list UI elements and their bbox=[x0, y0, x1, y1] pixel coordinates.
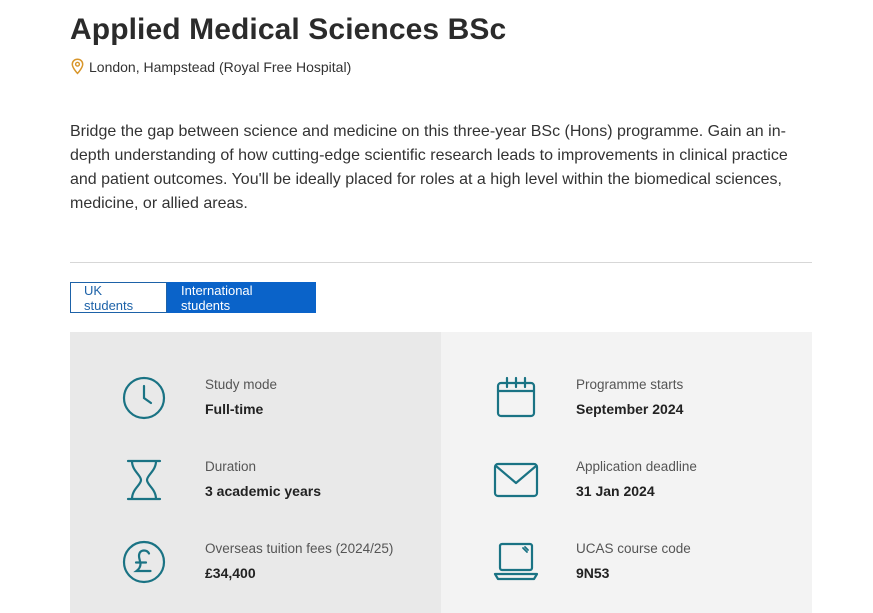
fees-item: Overseas tuition fees (2024/25) £34,400 bbox=[70, 536, 441, 596]
duration-item: Duration 3 academic years bbox=[70, 454, 441, 514]
duration-value: 3 academic years bbox=[205, 483, 321, 499]
section-divider bbox=[70, 262, 812, 263]
study-mode-label: Study mode bbox=[205, 377, 278, 392]
fees-value: £34,400 bbox=[205, 565, 256, 581]
calendar-icon bbox=[496, 376, 536, 418]
programme-start-label: Programme starts bbox=[576, 377, 684, 392]
page-title: Applied Medical Sciences BSc bbox=[70, 13, 507, 46]
tab-uk-students[interactable]: UK students bbox=[70, 282, 167, 313]
location-pin-icon bbox=[71, 58, 84, 75]
study-mode-item: Study mode Full-time bbox=[70, 372, 441, 432]
course-location: London, Hampstead (Royal Free Hospital) bbox=[70, 58, 351, 75]
programme-start-value: September 2024 bbox=[576, 401, 684, 417]
key-info-right-column: Programme starts September 2024 Applicat… bbox=[441, 332, 812, 613]
fees-label: Overseas tuition fees (2024/25) bbox=[205, 541, 394, 556]
location-text: London, Hampstead (Royal Free Hospital) bbox=[89, 58, 352, 75]
programme-start-item: Programme starts September 2024 bbox=[441, 372, 812, 432]
application-deadline-value: 31 Jan 2024 bbox=[576, 483, 655, 499]
clock-icon bbox=[122, 376, 166, 420]
envelope-icon bbox=[493, 462, 539, 498]
application-deadline-label: Application deadline bbox=[576, 459, 697, 474]
tab-international-students[interactable]: International students bbox=[167, 282, 316, 313]
key-info-left-column: Study mode Full-time Duration 3 academic… bbox=[70, 332, 441, 613]
ucas-code-item: UCAS course code 9N53 bbox=[441, 536, 812, 596]
ucas-code-value: 9N53 bbox=[576, 565, 610, 581]
duration-label: Duration bbox=[205, 459, 257, 474]
ucas-code-label: UCAS course code bbox=[576, 541, 691, 556]
laptop-icon bbox=[493, 542, 539, 581]
study-mode-value: Full-time bbox=[205, 401, 264, 417]
student-type-tabs: UK students International students bbox=[70, 282, 316, 313]
application-deadline-item: Application deadline 31 Jan 2024 bbox=[441, 454, 812, 514]
key-information-panel: Study mode Full-time Duration 3 academic… bbox=[70, 332, 812, 613]
hourglass-icon bbox=[126, 459, 162, 501]
course-page: Applied Medical Sciences BSc London, Ham… bbox=[0, 0, 873, 613]
course-intro: Bridge the gap between science and medic… bbox=[70, 123, 788, 212]
pound-icon bbox=[122, 540, 166, 584]
